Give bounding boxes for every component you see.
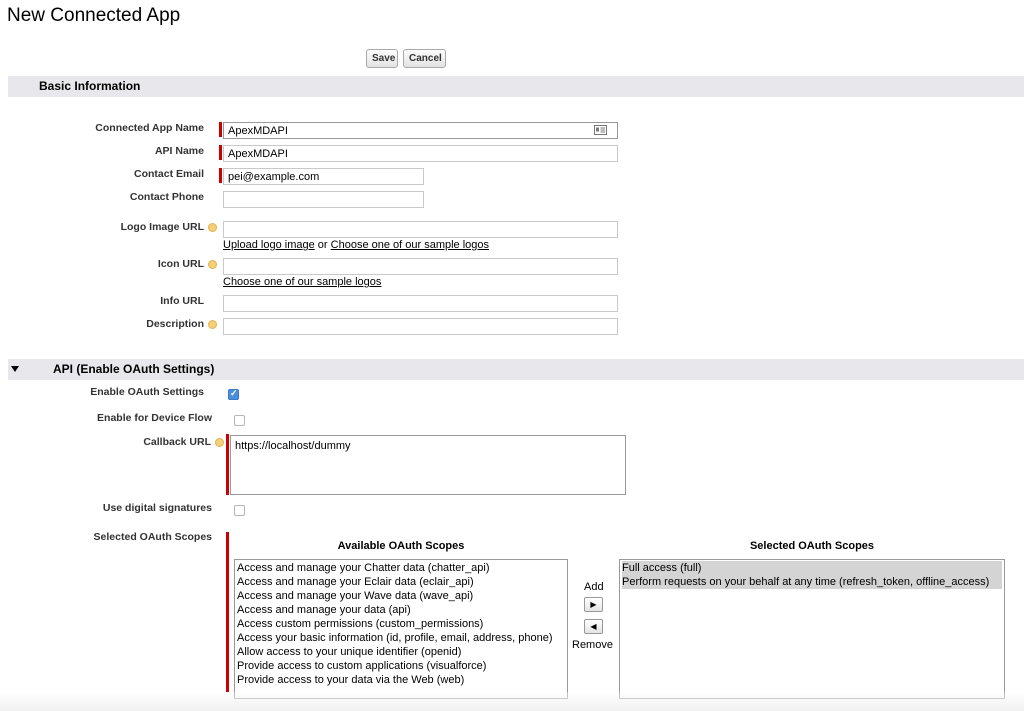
bottom-fade: [0, 692, 1024, 711]
remove-scope-button[interactable]: ◀: [584, 619, 603, 634]
callback-url-label: Callback URL: [143, 436, 211, 448]
enable-oauth-label: Enable OAuth Settings: [90, 386, 204, 398]
contact-phone-label: Contact Phone: [129, 191, 204, 203]
help-icon[interactable]: [208, 320, 217, 329]
required-indicator: [219, 168, 222, 183]
api-section-header[interactable]: API (Enable OAuth Settings): [8, 359, 1024, 380]
arrow-right-icon: ▶: [590, 600, 597, 609]
list-item[interactable]: Provide access to your data via the Web …: [237, 673, 565, 687]
help-icon[interactable]: [208, 260, 217, 269]
icon-url-label: Icon URL: [157, 258, 204, 270]
upload-logo-link[interactable]: Upload logo image: [223, 239, 315, 251]
description-label: Description: [146, 318, 204, 330]
required-indicator: [226, 434, 229, 495]
list-item[interactable]: Full access (full): [622, 561, 1002, 575]
save-button[interactable]: Save: [366, 49, 398, 68]
add-label: Add: [584, 581, 604, 593]
icon-links: Choose one of our sample logos: [223, 276, 381, 288]
icon-url-input[interactable]: [223, 258, 618, 275]
selected-scopes-listbox[interactable]: Full access (full) Perform requests on y…: [619, 559, 1005, 699]
info-url-label: Info URL: [160, 295, 204, 307]
required-indicator: [226, 532, 229, 692]
api-name-label: API Name: [154, 145, 204, 157]
api-name-input[interactable]: ApexMDAPI: [223, 145, 618, 162]
connected-app-name-input[interactable]: ApexMDAPI: [223, 122, 618, 139]
choose-sample-icon-link[interactable]: Choose one of our sample logos: [223, 276, 381, 288]
basic-info-section-header: Basic Information: [8, 76, 1024, 97]
list-item[interactable]: Access and manage your data (api): [237, 603, 565, 617]
section-title: Basic Information: [39, 79, 141, 93]
contact-phone-input[interactable]: [223, 191, 424, 208]
description-input[interactable]: [223, 318, 618, 335]
logo-image-url-input[interactable]: [223, 221, 618, 238]
help-icon[interactable]: [208, 223, 217, 232]
remove-label: Remove: [572, 639, 613, 651]
list-item[interactable]: Access and manage your Eclair data (ecla…: [237, 575, 565, 589]
logo-image-url-label: Logo Image URL: [120, 221, 204, 233]
help-icon[interactable]: [215, 438, 224, 447]
contact-card-icon[interactable]: [594, 125, 607, 135]
device-flow-label: Enable for Device Flow: [97, 412, 212, 424]
cancel-button[interactable]: Cancel: [403, 49, 446, 68]
arrow-left-icon: ◀: [590, 622, 597, 631]
list-item[interactable]: Access and manage your Chatter data (cha…: [237, 561, 565, 575]
digital-signatures-checkbox[interactable]: [234, 505, 245, 516]
section-title: API (Enable OAuth Settings): [53, 362, 215, 376]
connected-app-name-label: Connected App Name: [95, 122, 204, 134]
add-scope-button[interactable]: ▶: [584, 597, 603, 612]
info-url-input[interactable]: [223, 295, 618, 312]
contact-email-input[interactable]: pei@example.com: [223, 168, 424, 185]
choose-sample-logo-link[interactable]: Choose one of our sample logos: [331, 239, 489, 251]
oauth-scopes-label: Selected OAuth Scopes: [93, 531, 212, 543]
available-scopes-listbox[interactable]: Access and manage your Chatter data (cha…: [234, 559, 568, 699]
selected-scopes-heading: Selected OAuth Scopes: [749, 540, 875, 552]
page-title: New Connected App: [7, 5, 181, 26]
list-item[interactable]: Access custom permissions (custom_permis…: [237, 617, 565, 631]
contact-email-label: Contact Email: [133, 168, 204, 180]
list-item[interactable]: Access and manage your Wave data (wave_a…: [237, 589, 565, 603]
device-flow-checkbox[interactable]: [234, 415, 245, 426]
or-text: or: [317, 239, 328, 251]
list-item[interactable]: Perform requests on your behalf at any t…: [622, 575, 1002, 589]
list-item[interactable]: Access your basic information (id, profi…: [237, 631, 565, 645]
available-scopes-heading: Available OAuth Scopes: [337, 540, 465, 552]
logo-links: Upload logo image or Choose one of our s…: [223, 239, 489, 251]
required-indicator: [219, 122, 222, 137]
required-indicator: [219, 145, 222, 160]
digital-signatures-label: Use digital signatures: [102, 502, 212, 514]
callback-url-textarea[interactable]: https://localhost/dummy: [230, 435, 626, 495]
connected-app-name-value: ApexMDAPI: [228, 125, 288, 137]
list-item[interactable]: Allow access to your unique identifier (…: [237, 645, 565, 659]
enable-oauth-checkbox[interactable]: [228, 388, 239, 400]
collapse-triangle-icon[interactable]: [11, 366, 19, 372]
list-item[interactable]: Provide access to custom applications (v…: [237, 659, 565, 673]
